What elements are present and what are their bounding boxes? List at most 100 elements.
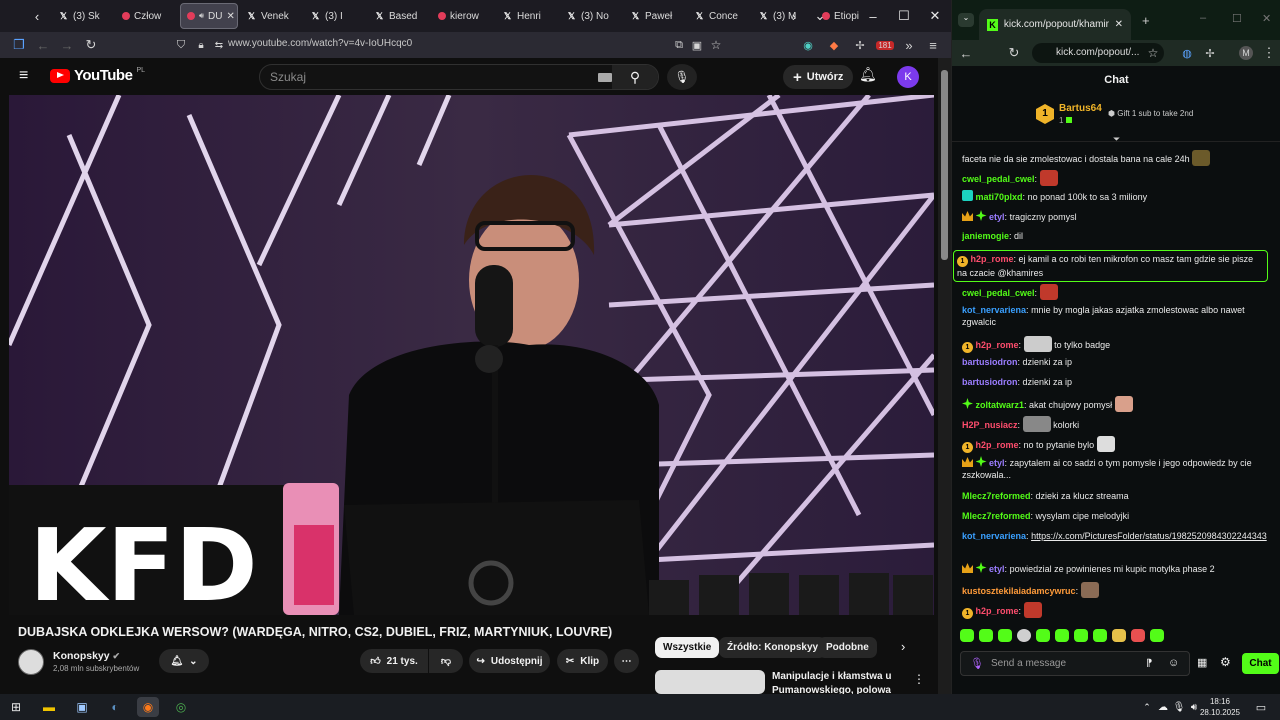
firefox-taskbar-icon[interactable]: ◉ [137, 697, 159, 717]
emote-icon[interactable] [1036, 629, 1050, 642]
voice-search-button[interactable]: 🎙︎ [667, 64, 697, 90]
search-input[interactable] [270, 70, 590, 84]
gift-sub-prompt[interactable]: ⬢ Gift 1 sub to take 2nd [1108, 109, 1193, 118]
app-icon[interactable]: ▣ [71, 697, 93, 717]
chat-username[interactable]: bartusiodron [962, 357, 1018, 367]
emote-icon[interactable] [1017, 629, 1031, 642]
picture-in-picture-icon[interactable]: ⧉ [669, 35, 689, 55]
forward-button[interactable]: → [57, 35, 77, 55]
tab-scroll-left-button[interactable]: ‹ [22, 0, 52, 32]
emote-icon[interactable] [1131, 629, 1145, 642]
browser-tab[interactable]: 𝕏 (3) Sk [52, 3, 114, 29]
chat-username[interactable]: cwel_pedal_cwel [962, 288, 1035, 298]
channel-avatar[interactable] [18, 649, 44, 675]
bookmark-star-icon[interactable]: ☆ [706, 35, 726, 55]
chat-username[interactable]: etyl [989, 564, 1005, 574]
emote-icon[interactable] [979, 629, 993, 642]
chat-username[interactable]: kot_nervariena [962, 531, 1026, 541]
notifications-bell-icon[interactable]: 🔔︎ [859, 66, 877, 83]
extensions-puzzle-icon[interactable]: ✢ [850, 35, 870, 55]
chrome-maximize-button[interactable]: ☐ [1232, 12, 1242, 25]
chrome-reload-button[interactable]: ↻ [1004, 43, 1024, 63]
emote-icon[interactable] [960, 629, 974, 642]
browser-tab[interactable]: 𝕏 Based [368, 3, 430, 29]
page-scrollbar[interactable] [938, 58, 951, 694]
reco-menu-icon[interactable]: ⋮ [913, 672, 925, 686]
chat-link[interactable]: https://x.com/PicturesFolder/status/1982… [1031, 531, 1267, 541]
browser-tab[interactable]: 𝕏 (3) No [560, 3, 622, 29]
close-tab-icon[interactable]: ✕ [227, 11, 235, 22]
emote-icon[interactable] [1074, 629, 1088, 642]
file-explorer-icon[interactable]: ▬ [38, 697, 60, 717]
browser-tab[interactable]: 𝕏 (3) I [304, 3, 366, 29]
chat-username[interactable]: h2p_rome [976, 606, 1019, 616]
list-all-tabs-icon[interactable]: ⌄ [803, 0, 837, 32]
chrome-back-button[interactable]: ← [956, 43, 976, 63]
browser-tab[interactable]: 🔊︎ DU ✕ [180, 3, 238, 29]
chip-source[interactable]: Źródło: Konopskyy [719, 637, 827, 658]
chrome-taskbar-icon[interactable]: ◎ [170, 697, 192, 717]
menu-icon[interactable]: ≡ [923, 35, 943, 55]
like-button[interactable]: 👍︎ 21 tys. [360, 649, 428, 673]
hamburger-menu-icon[interactable]: ≡ [19, 67, 28, 85]
channel-name[interactable]: Konopskyy ✔ [53, 650, 120, 662]
browser-tab[interactable]: 𝕏 Henri [496, 3, 558, 29]
browser-tab[interactable]: 𝕏 Venek [240, 3, 302, 29]
chat-username[interactable]: bartusiodron [962, 377, 1018, 387]
browser-tab[interactable]: kierow [432, 3, 494, 29]
chat-username[interactable]: kustosztekilaiadamcywruc [962, 586, 1076, 596]
close-window-button[interactable]: ✕ [918, 0, 951, 32]
keyboard-icon[interactable] [598, 73, 612, 82]
chips-next-icon[interactable]: › [901, 639, 905, 654]
emote-icon[interactable] [1093, 629, 1107, 642]
chrome-extension-icon[interactable]: ◍ [1177, 43, 1197, 63]
emote-icon[interactable] [998, 629, 1012, 642]
emote-icon[interactable] [1112, 629, 1126, 642]
chat-username[interactable]: h2p_rome [976, 340, 1019, 350]
chat-username[interactable]: h2p_rome [976, 440, 1019, 450]
scrollbar-thumb[interactable] [941, 70, 948, 260]
browser-tab[interactable]: Człow [116, 3, 178, 29]
chat-username[interactable]: Mlecz7reformed [962, 511, 1031, 521]
emote-icon[interactable] [1055, 629, 1069, 642]
chrome-profile-avatar[interactable]: M [1239, 46, 1253, 60]
chat-username[interactable]: h2p_rome [971, 254, 1014, 264]
emote-icon[interactable] [1150, 629, 1164, 642]
tab-search-icon[interactable]: ⌄ [958, 13, 974, 27]
audio-playing-icon[interactable]: 🔊︎ [199, 11, 204, 21]
subscription-bell-button[interactable]: 🔔︎ ⌄ [159, 649, 209, 673]
create-button[interactable]: + Utwórz [783, 65, 854, 89]
more-actions-button[interactable]: ⋯ [614, 649, 639, 673]
chat-username[interactable]: cwel_pedal_cwel [962, 174, 1035, 184]
account-avatar[interactable]: K [897, 66, 919, 88]
chat-settings-icon[interactable]: ⚙ [1220, 655, 1231, 669]
collapse-handle-icon[interactable]: ⏷ [1113, 134, 1120, 145]
back-button[interactable]: ← [33, 35, 53, 55]
overflow-icon[interactable]: » [899, 35, 919, 55]
browser-tab[interactable]: 𝕏 Conce [688, 3, 750, 29]
microphone-icon[interactable]: 🎙︎ [970, 657, 984, 670]
clip-button[interactable]: ✂ Klip [557, 649, 608, 673]
search-button[interactable]: ⚲ [612, 65, 658, 89]
clock[interactable]: 18:16 28.10.2025 [1195, 696, 1245, 718]
top-gifter-name[interactable]: Bartus64 [1059, 103, 1102, 114]
dislike-button[interactable]: 👎︎ [429, 649, 463, 673]
chrome-bookmark-icon[interactable]: ☆ [1143, 43, 1163, 63]
minimize-button[interactable]: – [856, 0, 890, 32]
chrome-puzzle-icon[interactable]: ✢ [1200, 43, 1220, 63]
maximize-button[interactable]: ☐ [887, 0, 921, 32]
reload-button[interactable]: ↻ [81, 35, 101, 55]
close-tab-icon[interactable]: ✕ [1115, 19, 1123, 30]
browser-tab[interactable]: 𝕏 Paweł [624, 3, 686, 29]
chip-related[interactable]: Podobne [818, 637, 877, 658]
chat-username[interactable]: H2P_nusiacz [962, 420, 1018, 430]
chat-username[interactable]: etyl [989, 458, 1005, 468]
start-menu-icon[interactable]: ⊞ [5, 697, 27, 717]
reader-view-icon[interactable]: ▣ [687, 35, 707, 55]
lock-icon[interactable]: 🔒︎ [191, 35, 211, 55]
youtube-logo[interactable]: YouTube PL [50, 67, 145, 84]
recommended-video[interactable]: Manipulacje i kłamstwa u Pumanowskiego, … [655, 670, 935, 694]
shop-icon[interactable]: ▦ [1197, 656, 1207, 669]
chat-username[interactable]: Mlecz7reformed [962, 491, 1031, 501]
chrome-menu-icon[interactable]: ⋮ [1259, 43, 1279, 63]
